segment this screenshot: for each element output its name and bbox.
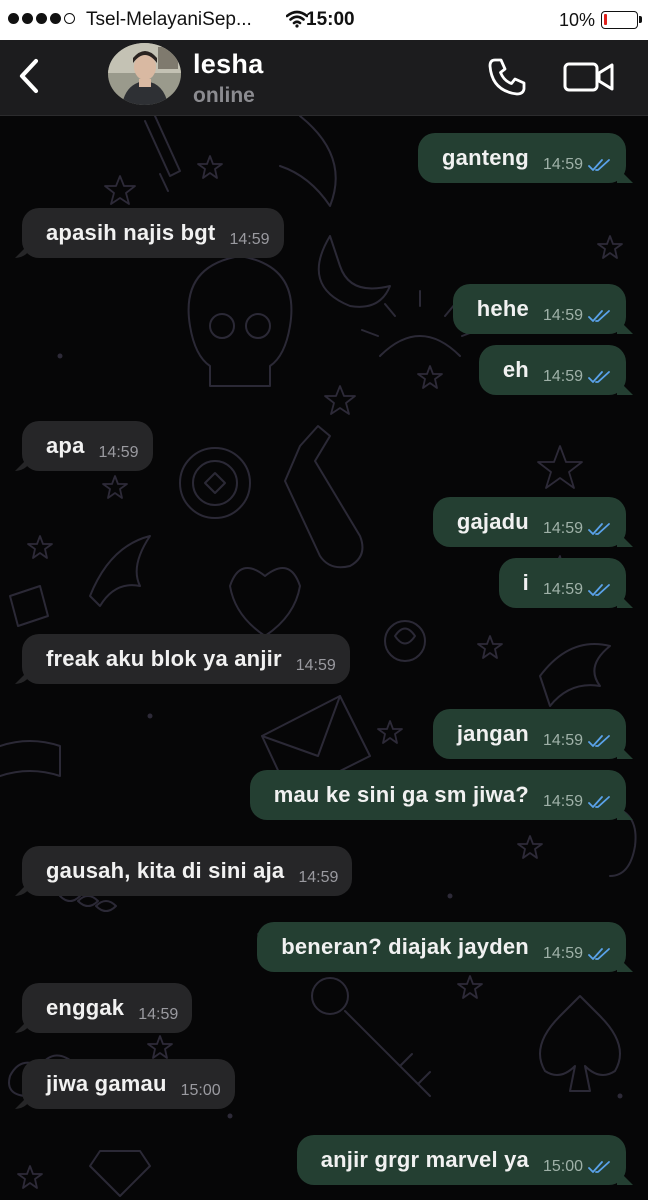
message-meta: 15:00 bbox=[181, 1082, 221, 1100]
voice-call-button[interactable] bbox=[486, 56, 528, 98]
message-time: 14:59 bbox=[138, 1006, 179, 1023]
double-check-icon bbox=[588, 1161, 610, 1173]
message-text: anjir grgr marvel ya bbox=[320, 1147, 529, 1172]
message-time: 14:59 bbox=[229, 231, 270, 248]
message-text: gausah, kita di sini aja bbox=[46, 858, 285, 883]
double-check-icon bbox=[588, 796, 610, 808]
message-meta: 14:59 bbox=[296, 657, 336, 675]
battery-icon bbox=[601, 11, 642, 29]
message-meta: 15:00 bbox=[543, 1158, 612, 1176]
message-text: hehe bbox=[476, 296, 529, 321]
avatar[interactable] bbox=[108, 43, 181, 105]
message-text: gajadu bbox=[456, 509, 529, 534]
contact-status: online bbox=[193, 84, 255, 107]
message-meta: 14:59 bbox=[543, 156, 612, 174]
status-bar: Tsel-MelayaniSep... 15:00 10% bbox=[0, 0, 648, 40]
message-text: beneran? diajak jayden bbox=[281, 934, 529, 959]
message-time: 14:59 bbox=[542, 520, 583, 537]
chevron-left-icon bbox=[19, 58, 39, 94]
message-time: 14:59 bbox=[542, 581, 583, 598]
video-camera-icon bbox=[563, 62, 614, 92]
incoming-message-bubble[interactable]: jiwa gamau 15:00 bbox=[22, 1059, 235, 1109]
incoming-message-bubble[interactable]: enggak 14:59 bbox=[22, 983, 193, 1033]
message-meta: 14:59 bbox=[543, 307, 612, 325]
chat-area[interactable]: ganteng 14:59 apasih najis bgt 14:59 hehe 14:… bbox=[0, 116, 648, 1200]
message-time: 15:00 bbox=[542, 1158, 583, 1175]
message-text: jangan bbox=[456, 721, 529, 746]
message-time: 14:59 bbox=[542, 307, 583, 324]
outgoing-message-bubble[interactable]: ganteng 14:59 bbox=[418, 133, 626, 183]
double-check-icon bbox=[588, 310, 610, 322]
message-meta: 14:59 bbox=[543, 945, 612, 963]
double-check-icon bbox=[588, 159, 610, 171]
clock: 15:00 bbox=[306, 9, 355, 30]
video-call-button[interactable] bbox=[563, 58, 615, 96]
message-text: i bbox=[522, 570, 529, 595]
outgoing-message-bubble[interactable]: jangan 14:59 bbox=[432, 709, 626, 759]
phone-icon bbox=[488, 58, 526, 96]
outgoing-message-bubble[interactable]: beneran? diajak jayden 14:59 bbox=[257, 922, 626, 972]
message-time: 14:59 bbox=[542, 368, 583, 385]
message-time: 14:59 bbox=[98, 444, 139, 461]
outgoing-message-bubble[interactable]: gajadu 14:59 bbox=[432, 497, 626, 547]
message-text: apasih najis bgt bbox=[46, 220, 216, 245]
message-time: 14:59 bbox=[542, 156, 583, 173]
outgoing-message-bubble[interactable]: eh 14:59 bbox=[478, 345, 626, 395]
double-check-icon bbox=[588, 523, 610, 535]
message-text: jiwa gamau bbox=[46, 1071, 167, 1096]
chat-header: lesha online bbox=[0, 40, 648, 116]
back-button[interactable] bbox=[12, 56, 48, 96]
message-meta: 14:59 bbox=[543, 520, 612, 538]
outgoing-message-bubble[interactable]: hehe 14:59 bbox=[452, 284, 626, 334]
message-time: 14:59 bbox=[542, 945, 583, 962]
double-check-icon bbox=[588, 584, 610, 596]
message-text: apa bbox=[46, 433, 85, 458]
message-time: 14:59 bbox=[298, 869, 339, 886]
incoming-message-bubble[interactable]: gausah, kita di sini aja 14:59 bbox=[22, 846, 353, 896]
message-text: eh bbox=[502, 357, 529, 382]
message-meta: 14:59 bbox=[138, 1006, 178, 1024]
message-meta: 14:59 bbox=[99, 444, 139, 462]
message-meta: 14:59 bbox=[298, 869, 338, 887]
message-text: ganteng bbox=[442, 145, 529, 170]
outgoing-message-bubble[interactable]: anjir grgr marvel ya 15:00 bbox=[296, 1135, 626, 1185]
message-time: 15:00 bbox=[180, 1082, 221, 1099]
message-time: 14:59 bbox=[295, 657, 336, 674]
outgoing-message-bubble[interactable]: i 14:59 bbox=[498, 558, 626, 608]
message-text: freak aku blok ya anjir bbox=[46, 646, 282, 671]
message-meta: 14:59 bbox=[543, 368, 612, 386]
outgoing-message-bubble[interactable]: mau ke sini ga sm jiwa? 14:59 bbox=[249, 770, 626, 820]
double-check-icon bbox=[588, 948, 610, 960]
carrier-name: Tsel-MelayaniSep... bbox=[86, 9, 252, 30]
message-meta: 14:59 bbox=[543, 581, 612, 599]
message-text: mau ke sini ga sm jiwa? bbox=[273, 782, 529, 807]
double-check-icon bbox=[588, 735, 610, 747]
incoming-message-bubble[interactable]: apa 14:59 bbox=[22, 421, 153, 471]
message-time: 14:59 bbox=[542, 732, 583, 749]
incoming-message-bubble[interactable]: freak aku blok ya anjir 14:59 bbox=[22, 634, 350, 684]
wifi-icon bbox=[285, 10, 309, 33]
battery-percent: 10% bbox=[559, 10, 596, 30]
message-meta: 14:59 bbox=[543, 732, 612, 750]
signal-dots-icon bbox=[8, 13, 75, 24]
message-meta: 14:59 bbox=[229, 231, 269, 249]
message-time: 14:59 bbox=[542, 793, 583, 810]
message-text: enggak bbox=[46, 995, 125, 1020]
contact-name[interactable]: lesha bbox=[193, 49, 264, 80]
incoming-message-bubble[interactable]: apasih najis bgt 14:59 bbox=[22, 208, 284, 258]
message-meta: 14:59 bbox=[543, 793, 612, 811]
double-check-icon bbox=[588, 371, 610, 383]
